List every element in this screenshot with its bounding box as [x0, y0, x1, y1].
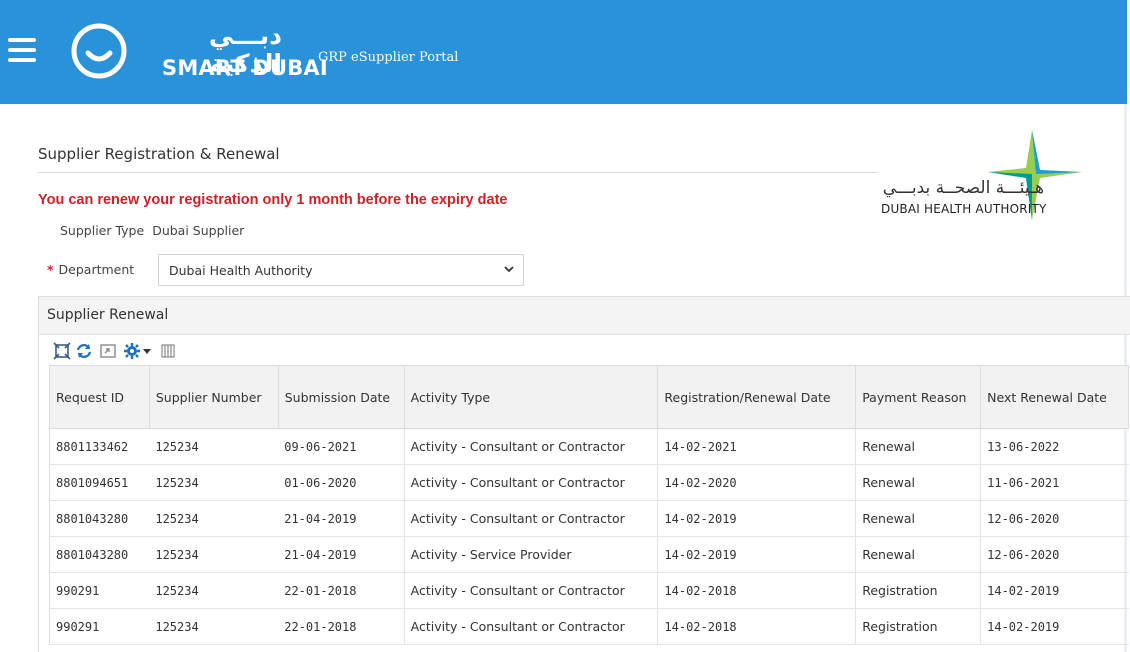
cell-submission-date: 21-04-2019 [278, 500, 405, 537]
cell-next-renewal-date: 14-02-2019 [980, 608, 1129, 645]
page-frame: دبـــي الذكية SMART DUBAI GRP eSupplier … [0, 0, 1130, 652]
hamburger-menu-icon[interactable] [8, 38, 38, 62]
table-header-row: Request ID Supplier Number Submission Da… [49, 365, 1129, 429]
column-header-activity-type[interactable]: Activity Type [404, 365, 659, 429]
cell-activity-type: Activity - Consultant or Contractor [404, 428, 659, 465]
table-row[interactable]: 990291 125234 22-01-2018 Activity - Cons… [49, 608, 1129, 645]
portal-title: GRP eSupplier Portal [318, 50, 459, 65]
cell-submission-date: 22-01-2018 [278, 608, 405, 645]
logo-english-text: SMART DUBAI [162, 56, 328, 80]
export-icon[interactable] [99, 342, 117, 360]
cell-activity-type: Activity - Service Provider [404, 536, 659, 573]
cell-supplier-number: 125234 [149, 536, 279, 573]
cell-next-renewal-date: 11-06-2021 [980, 464, 1129, 501]
authority-arabic-name: هـيئـــة الصحــة بدبـــي [882, 178, 1044, 198]
supplier-type-label: Supplier Type [60, 223, 145, 238]
chevron-down-icon [504, 266, 514, 273]
department-select[interactable]: Dubai Health Authority [158, 254, 524, 286]
cell-supplier-number: 125234 [149, 500, 279, 537]
cell-activity-type: Activity - Consultant or Contractor [404, 608, 659, 645]
cell-registration-renewal-date: 14-02-2019 [657, 500, 857, 537]
cell-supplier-number: 125234 [149, 572, 279, 609]
cell-supplier-number: 125234 [149, 608, 279, 645]
cell-payment-reason: Renewal [855, 428, 982, 465]
cell-next-renewal-date: 12-06-2020 [980, 536, 1129, 573]
cell-registration-renewal-date: 14-02-2021 [657, 428, 857, 465]
column-header-next-renewal-date[interactable]: Next Renewal Date [980, 365, 1129, 429]
cell-submission-date: 21-04-2019 [278, 536, 405, 573]
cell-payment-reason: Registration [855, 608, 982, 645]
cell-request-id: 990291 [49, 608, 150, 645]
column-header-submission-date[interactable]: Submission Date [278, 365, 405, 429]
gear-icon[interactable] [123, 342, 141, 360]
column-header-registration-renewal-date[interactable]: Registration/Renewal Date [657, 365, 857, 429]
column-header-request-id[interactable]: Request ID [49, 365, 150, 429]
cell-submission-date: 22-01-2018 [278, 572, 405, 609]
cell-activity-type: Activity - Consultant or Contractor [404, 500, 659, 537]
department-selected-value: Dubai Health Authority [169, 263, 313, 278]
cell-registration-renewal-date: 14-02-2020 [657, 464, 857, 501]
detach-icon[interactable] [53, 342, 71, 360]
cell-supplier-number: 125234 [149, 464, 279, 501]
cell-request-id: 990291 [49, 572, 150, 609]
cell-payment-reason: Renewal [855, 536, 982, 573]
cell-request-id: 8801043280 [49, 500, 150, 537]
cell-request-id: 8801133462 [49, 428, 150, 465]
refresh-icon[interactable] [75, 342, 93, 360]
cell-next-renewal-date: 12-06-2020 [980, 500, 1129, 537]
department-label-row: * Department [47, 262, 134, 277]
renewal-warning: You can renew your registration only 1 m… [38, 192, 508, 208]
table-row[interactable]: 8801043280 125234 21-04-2019 Activity - … [49, 500, 1129, 537]
cell-payment-reason: Renewal [855, 500, 982, 537]
title-divider [38, 172, 878, 173]
supplier-renewal-table: Request ID Supplier Number Submission Da… [49, 365, 1129, 645]
authority-english-name: DUBAI HEALTH AUTHORITY [881, 202, 1047, 216]
department-label: Department [58, 262, 135, 277]
table-row[interactable]: 8801133462 125234 09-06-2021 Activity - … [49, 428, 1129, 465]
panel-title: Supplier Renewal [47, 307, 169, 323]
cell-registration-renewal-date: 14-02-2018 [657, 572, 857, 609]
column-header-payment-reason[interactable]: Payment Reason [855, 365, 982, 429]
supplier-type-row: Supplier Type Dubai Supplier [60, 223, 244, 238]
cell-next-renewal-date: 14-02-2019 [980, 572, 1129, 609]
cell-submission-date: 01-06-2020 [278, 464, 405, 501]
column-header-supplier-number[interactable]: Supplier Number [149, 365, 279, 429]
cell-request-id: 8801094651 [49, 464, 150, 501]
cell-supplier-number: 125234 [149, 428, 279, 465]
cell-submission-date: 09-06-2021 [278, 428, 405, 465]
table-row[interactable]: 990291 125234 22-01-2018 Activity - Cons… [49, 572, 1129, 609]
cell-request-id: 8801043280 [49, 536, 150, 573]
smart-dubai-logo-icon[interactable] [71, 23, 127, 79]
cell-next-renewal-date: 13-06-2022 [980, 428, 1129, 465]
app-header: دبـــي الذكية SMART DUBAI GRP eSupplier … [0, 0, 1127, 104]
cell-payment-reason: Registration [855, 572, 982, 609]
table-row[interactable]: 8801043280 125234 21-04-2019 Activity - … [49, 536, 1129, 573]
table-row[interactable]: 8801094651 125234 01-06-2020 Activity - … [49, 464, 1129, 501]
cell-activity-type: Activity - Consultant or Contractor [404, 464, 659, 501]
cell-registration-renewal-date: 14-02-2018 [657, 608, 857, 645]
page-title: Supplier Registration & Renewal [38, 145, 280, 163]
supplier-type-value: Dubai Supplier [152, 223, 245, 238]
dropdown-arrow-icon[interactable] [141, 342, 153, 360]
panel-header: Supplier Renewal [39, 297, 1130, 335]
cell-activity-type: Activity - Consultant or Contractor [404, 572, 659, 609]
freeze-columns-icon[interactable] [159, 342, 177, 360]
supplier-renewal-panel: Supplier Renewal Request ID Supplier Num… [38, 296, 1130, 652]
cell-payment-reason: Renewal [855, 464, 982, 501]
required-marker: * [47, 262, 54, 277]
cell-registration-renewal-date: 14-02-2019 [657, 536, 857, 573]
